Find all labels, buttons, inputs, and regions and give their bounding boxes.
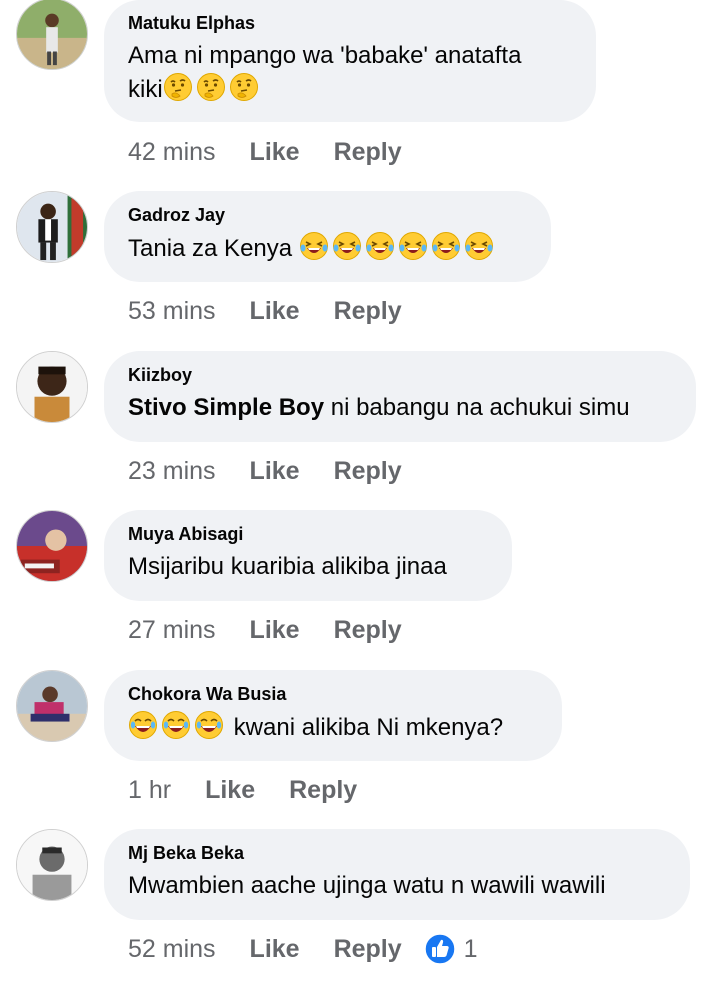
- reply-button[interactable]: Reply: [334, 297, 402, 326]
- comment-bubble: Kiizboy Stivo Simple Boy ni babangu na a…: [104, 351, 696, 442]
- comment-time[interactable]: 53 mins: [128, 297, 216, 326]
- comment-bubble: Gadroz Jay Tania za Kenya: [104, 191, 551, 282]
- comment-author[interactable]: Chokora Wa Busia: [128, 683, 538, 705]
- comment-bubble: Matuku Elphas Ama ni mpango wa 'babake' …: [104, 0, 596, 122]
- comment-actions: 27 mins Like Reply: [128, 612, 402, 648]
- comment-bubble: Chokora Wa Busia kwani alikiba Ni mkenya…: [104, 670, 562, 761]
- like-thumb-icon: [423, 933, 456, 965]
- avatar[interactable]: [16, 829, 88, 901]
- avatar[interactable]: [16, 351, 88, 423]
- comment-actions: 1 hr Like Reply: [128, 772, 357, 808]
- reply-button[interactable]: Reply: [334, 616, 402, 645]
- reply-button[interactable]: Reply: [334, 935, 402, 964]
- rolling-on-floor-laughing-emoji-icon: [332, 231, 362, 261]
- reply-button[interactable]: Reply: [334, 457, 402, 486]
- thinking-face-emoji-icon: [229, 72, 259, 102]
- emoji-row: [299, 232, 497, 262]
- thinking-face-emoji-icon: [163, 72, 193, 102]
- comment-text: Msijaribu kuaribia alikiba jinaa: [128, 553, 447, 580]
- avatar[interactable]: [16, 191, 88, 263]
- comment-author[interactable]: Mj Beka Beka: [128, 842, 666, 864]
- rolling-on-floor-laughing-emoji-icon: [299, 231, 329, 261]
- reaction-summary[interactable]: 1: [423, 933, 478, 965]
- comment-text: Ama ni mpango wa 'babake' anatafta kiki: [128, 42, 522, 103]
- reply-button[interactable]: Reply: [289, 776, 357, 805]
- rolling-on-floor-laughing-emoji-icon: [365, 231, 395, 261]
- face-with-tears-of-joy-emoji-icon: [161, 710, 191, 740]
- like-button[interactable]: Like: [250, 616, 300, 645]
- avatar[interactable]: [16, 0, 88, 70]
- comment-actions: 23 mins Like Reply: [128, 453, 402, 489]
- comment-text: Tania za Kenya: [128, 231, 527, 265]
- rolling-on-floor-laughing-emoji-icon: [398, 231, 428, 261]
- like-button[interactable]: Like: [205, 776, 255, 805]
- face-with-tears-of-joy-emoji-icon: [128, 710, 158, 740]
- mention-link[interactable]: Stivo Simple Boy: [128, 394, 324, 421]
- comment-bubble: Muya Abisagi Msijaribu kuaribia alikiba …: [104, 510, 512, 601]
- comment-author[interactable]: Matuku Elphas: [128, 12, 572, 34]
- comment-actions: 52 mins Like Reply 1: [128, 931, 478, 967]
- reaction-count: 1: [463, 934, 478, 963]
- emoji-row: [163, 73, 262, 103]
- rolling-on-floor-laughing-emoji-icon: [431, 231, 461, 261]
- comment-text: Stivo Simple Boy ni babangu na achukui s…: [128, 394, 630, 421]
- thinking-face-emoji-icon: [196, 72, 226, 102]
- comment-time[interactable]: 23 mins: [128, 457, 216, 486]
- rolling-on-floor-laughing-emoji-icon: [464, 231, 494, 261]
- comment-time[interactable]: 27 mins: [128, 616, 216, 645]
- avatar[interactable]: [16, 510, 88, 582]
- comment-author[interactable]: Muya Abisagi: [128, 523, 488, 545]
- comment-text: kwani alikiba Ni mkenya?: [128, 710, 538, 744]
- reply-button[interactable]: Reply: [334, 138, 402, 167]
- comment-time[interactable]: 52 mins: [128, 935, 216, 964]
- like-button[interactable]: Like: [250, 457, 300, 486]
- comment-author[interactable]: Gadroz Jay: [128, 204, 527, 226]
- comment-author[interactable]: Kiizboy: [128, 364, 672, 386]
- comment-actions: 53 mins Like Reply: [128, 293, 402, 329]
- comment-actions: 42 mins Like Reply: [128, 134, 402, 170]
- like-button[interactable]: Like: [250, 138, 300, 167]
- comment-time[interactable]: 42 mins: [128, 138, 216, 167]
- comment-bubble: Mj Beka Beka Mwambien aache ujinga watu …: [104, 829, 690, 920]
- comment-time[interactable]: 1 hr: [128, 776, 171, 805]
- like-button[interactable]: Like: [250, 935, 300, 964]
- emoji-row: [128, 711, 227, 741]
- face-with-tears-of-joy-emoji-icon: [194, 710, 224, 740]
- like-button[interactable]: Like: [250, 297, 300, 326]
- avatar[interactable]: [16, 670, 88, 742]
- comment-text: Mwambien aache ujinga watu n wawili wawi…: [128, 872, 606, 899]
